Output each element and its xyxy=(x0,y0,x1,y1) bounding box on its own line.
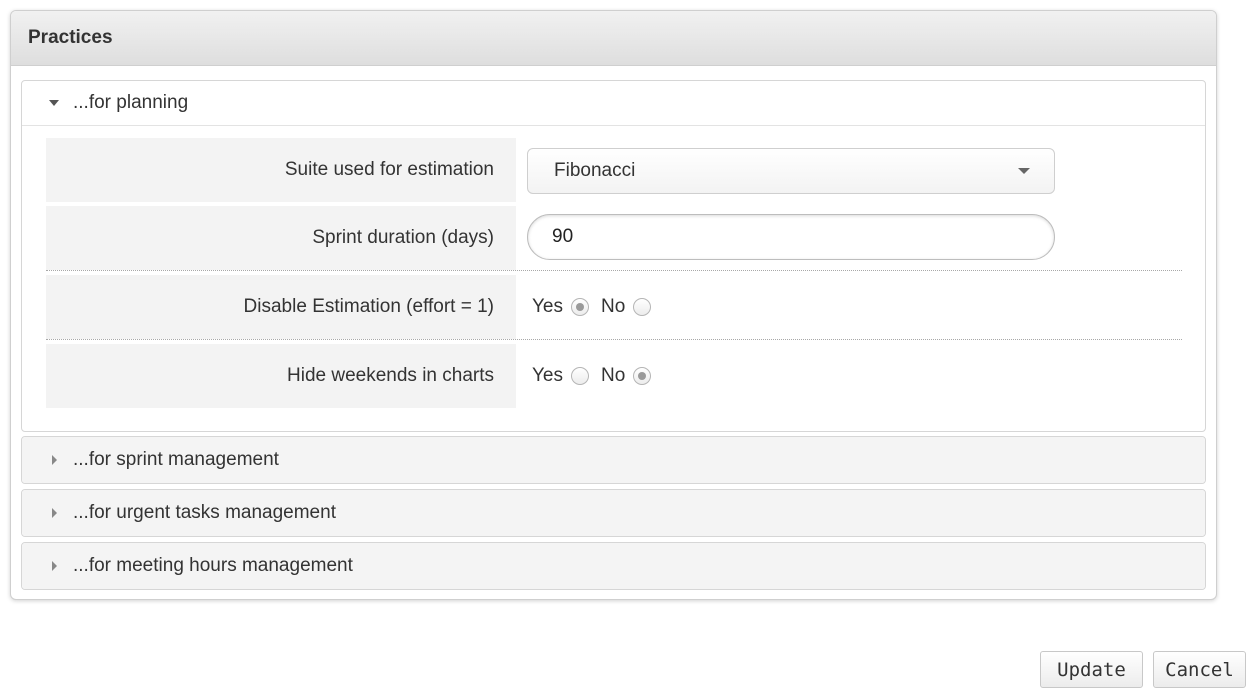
section-urgent-tasks-management: ...for urgent tasks management xyxy=(21,489,1206,537)
disable-estimation-yes-label: Yes xyxy=(532,296,563,317)
section-sprint-management-header[interactable]: ...for sprint management xyxy=(22,437,1205,483)
sprint-duration-row: Sprint duration (days) xyxy=(46,206,1182,271)
hide-weekends-no-label: No xyxy=(601,365,626,386)
disable-estimation-no-label: No xyxy=(601,296,626,317)
estimation-suite-label: Suite used for estimation xyxy=(46,138,516,202)
section-urgent-tasks-management-header[interactable]: ...for urgent tasks management xyxy=(22,490,1205,536)
estimation-suite-select[interactable]: Fibonacci xyxy=(527,148,1055,194)
sprint-duration-label: Sprint duration (days) xyxy=(46,206,516,270)
disable-estimation-yes-option[interactable]: Yes xyxy=(532,296,589,318)
section-meeting-hours-management-label: ...for meeting hours management xyxy=(73,555,353,576)
disable-estimation-label: Disable Estimation (effort = 1) xyxy=(46,275,516,339)
section-planning-label: ...for planning xyxy=(73,92,189,113)
disable-estimation-yes-radio[interactable] xyxy=(571,298,589,316)
disable-estimation-no-option[interactable]: No xyxy=(601,296,652,318)
section-sprint-management-label: ...for sprint management xyxy=(73,449,279,470)
triangle-down-icon xyxy=(49,100,59,106)
section-planning-header[interactable]: ...for planning xyxy=(22,81,1205,126)
section-sprint-management: ...for sprint management xyxy=(21,436,1206,484)
section-planning: ...for planning Suite used for estimatio… xyxy=(21,80,1206,432)
hide-weekends-label: Hide weekends in charts xyxy=(46,344,516,408)
section-meeting-hours-management-header[interactable]: ...for meeting hours management xyxy=(22,543,1205,589)
update-button[interactable]: Update xyxy=(1040,651,1143,688)
triangle-right-icon xyxy=(52,455,57,465)
disable-estimation-no-radio[interactable] xyxy=(633,298,652,316)
hide-weekends-yes-option[interactable]: Yes xyxy=(532,365,589,387)
estimation-suite-row: Suite used for estimation Fibonacci xyxy=(46,138,1182,202)
practices-panel: Practices ...for planning Suite used for… xyxy=(10,10,1217,600)
hide-weekends-yes-radio[interactable] xyxy=(571,367,589,385)
panel-title: Practices xyxy=(11,11,1216,66)
hide-weekends-no-radio[interactable] xyxy=(633,367,652,385)
triangle-right-icon xyxy=(52,508,57,518)
hide-weekends-row: Hide weekends in charts Yes No xyxy=(46,344,1182,408)
section-urgent-tasks-management-label: ...for urgent tasks management xyxy=(73,502,336,523)
cancel-button[interactable]: Cancel xyxy=(1153,651,1246,688)
section-meeting-hours-management: ...for meeting hours management xyxy=(21,542,1206,590)
sprint-duration-input[interactable] xyxy=(527,214,1055,260)
disable-estimation-row: Disable Estimation (effort = 1) Yes No xyxy=(46,275,1182,340)
hide-weekends-yes-label: Yes xyxy=(532,365,563,386)
hide-weekends-no-option[interactable]: No xyxy=(601,365,652,387)
disable-estimation-radio-group: Yes No xyxy=(532,275,663,339)
estimation-suite-value: Fibonacci xyxy=(554,160,636,181)
hide-weekends-radio-group: Yes No xyxy=(532,344,663,408)
triangle-right-icon xyxy=(52,561,57,571)
chevron-down-icon xyxy=(1018,168,1030,174)
